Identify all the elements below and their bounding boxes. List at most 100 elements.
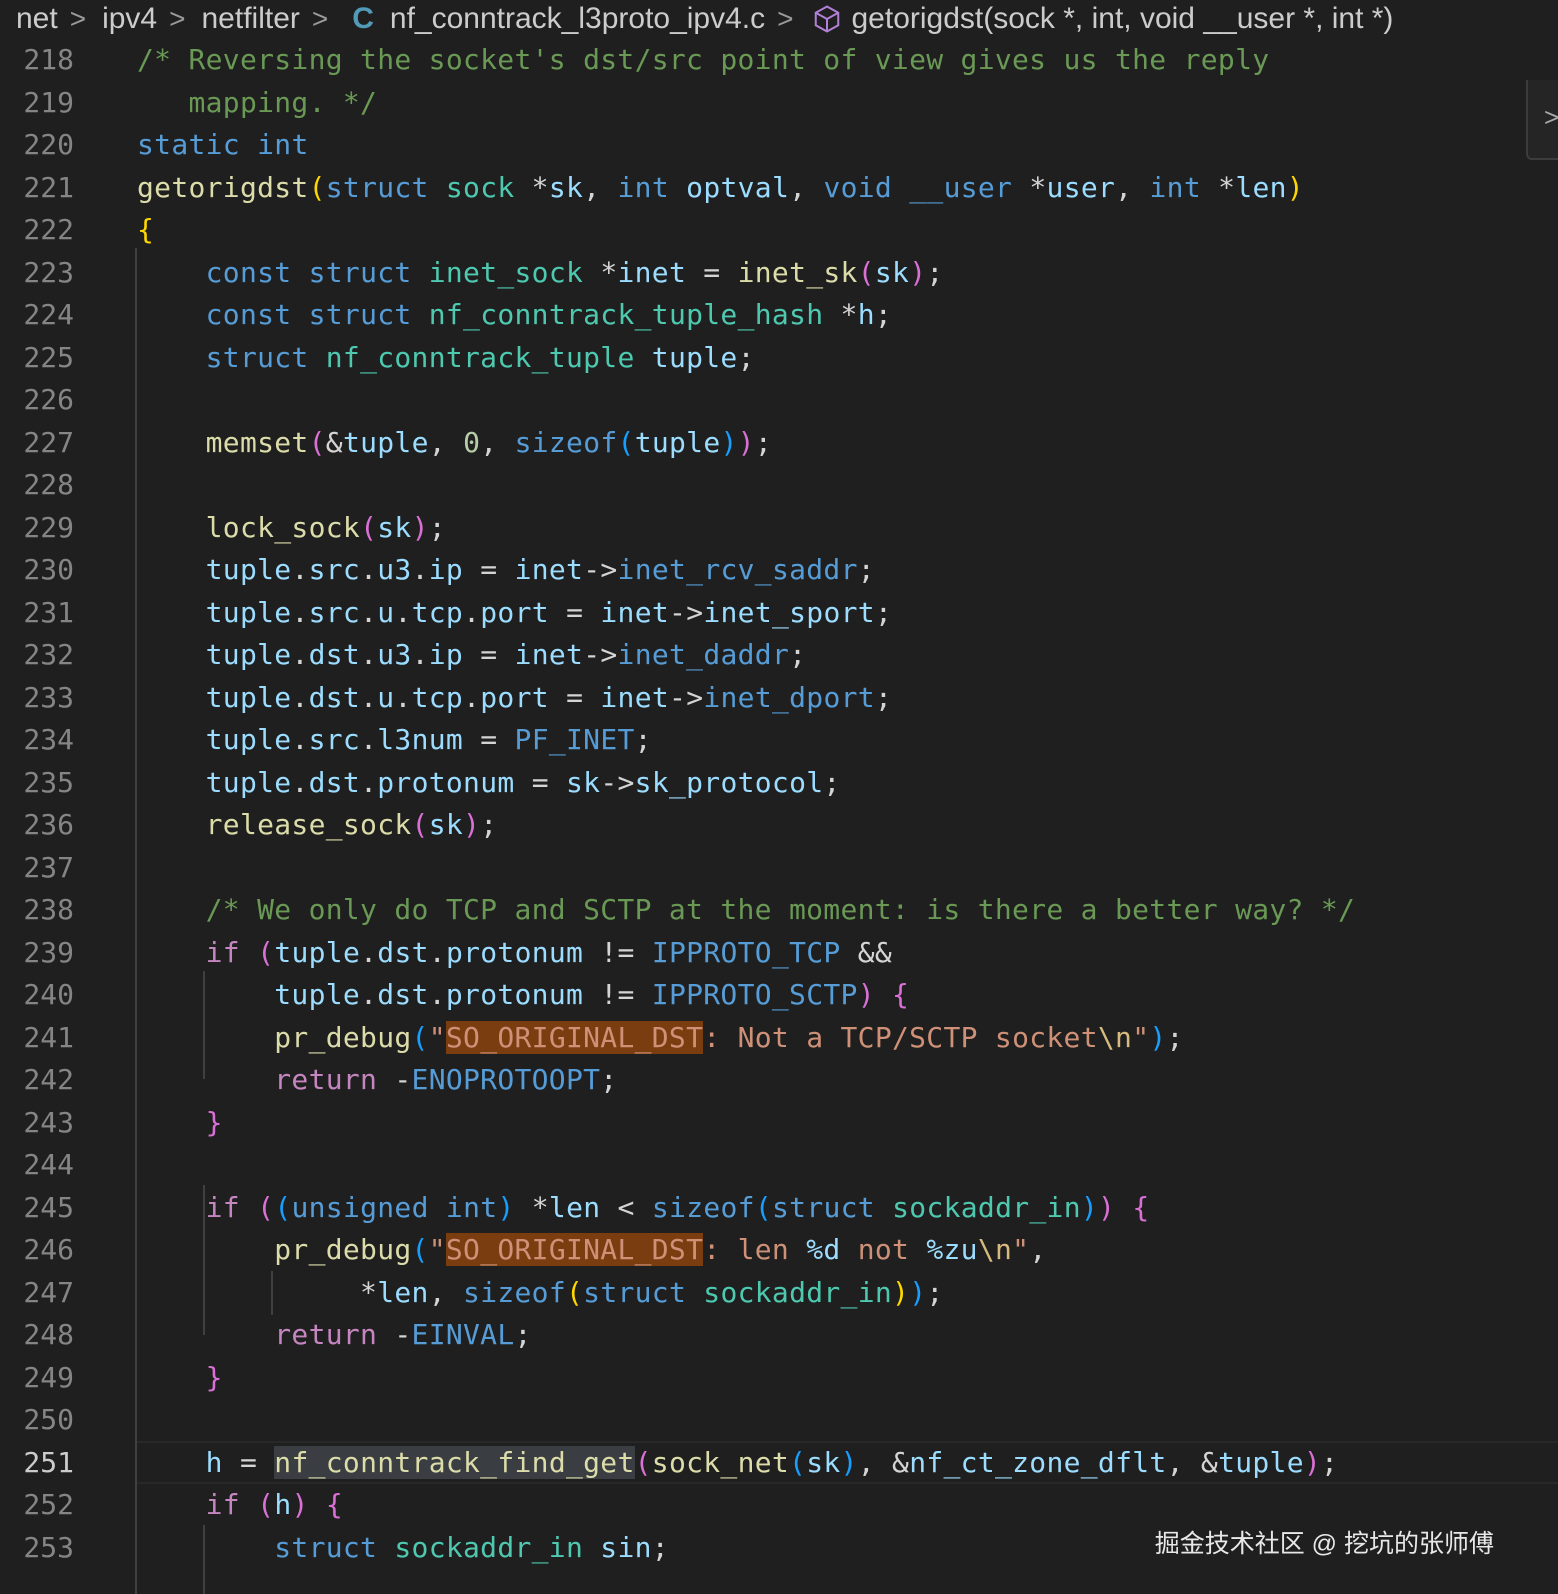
breadcrumb-item-ipv4[interactable]: ipv4 <box>86 2 157 36</box>
breadcrumb-item-net[interactable]: net <box>0 2 58 36</box>
code-text: *len, sizeof(struct sockaddr_in)); <box>137 1276 944 1309</box>
code-line[interactable]: 251 h = nf_conntrack_find_get(sock_net(s… <box>0 1440 1558 1484</box>
code-token: inet_rcv_saddr <box>617 553 858 586</box>
code-line[interactable]: 229 lock_sock(sk); <box>0 506 1558 549</box>
code-line[interactable]: 233 tuple.dst.u.tcp.port = inet->inet_dp… <box>0 676 1558 719</box>
code-token: nf_conntrack_find_get <box>274 1445 635 1479</box>
code-line[interactable]: 250 <box>0 1398 1558 1441</box>
code-token: ; <box>754 425 772 459</box>
breadcrumb-item-symbol[interactable]: getorigdst(sock *, int, void __user *, i… <box>842 2 1394 36</box>
code-text: getorigdst(struct sock *sk, int optval, … <box>137 171 1304 204</box>
code-line[interactable]: 222 { <box>0 208 1558 251</box>
code-token: ) <box>840 1445 858 1479</box>
code-line[interactable]: 219 mapping. */ <box>0 81 1558 124</box>
code-token: const <box>205 298 292 331</box>
code-token: \n <box>1097 1020 1133 1054</box>
code-text: h = nf_conntrack_find_get(sock_net(sk), … <box>137 1445 1338 1479</box>
code-line[interactable]: 232 tuple.dst.u3.ip = inet->inet_daddr; <box>0 633 1558 676</box>
code-token: ( <box>789 1445 807 1479</box>
code-line[interactable]: 240 tuple.dst.protonum != IPPROTO_SCTP) … <box>0 973 1558 1016</box>
code-text: if (tuple.dst.protonum != IPPROTO_TCP && <box>137 936 892 969</box>
code-line[interactable]: 237 <box>0 846 1558 889</box>
code-line[interactable]: 238 /* We only do TCP and SCTP at the mo… <box>0 888 1558 931</box>
code-line[interactable]: 231 tuple.src.u.tcp.port = inet->inet_sp… <box>0 591 1558 634</box>
line-number: 220 <box>23 128 74 161</box>
code-token: dst <box>377 935 429 969</box>
code-line[interactable]: 227 memset(&tuple, 0, sizeof(tuple)); <box>0 421 1558 464</box>
breadcrumb-item-netfilter[interactable]: netfilter <box>185 2 299 36</box>
code-line[interactable]: 230 tuple.src.u3.ip = inet->inet_rcv_sad… <box>0 548 1558 591</box>
code-token: && <box>840 935 893 969</box>
code-token: lock_sock <box>205 510 361 544</box>
code-text: tuple.src.u3.ip = inet->inet_rcv_saddr; <box>137 553 875 586</box>
code-token: . <box>394 595 412 629</box>
code-line[interactable]: 244 <box>0 1143 1558 1186</box>
code-line[interactable]: 228 <box>0 463 1558 506</box>
code-token: ENOPROTOOPT <box>411 1063 601 1096</box>
line-number: 228 <box>23 468 74 501</box>
code-token: %zu <box>926 1233 978 1266</box>
line-number: 225 <box>23 340 74 374</box>
code-token: struct <box>274 1530 378 1564</box>
code-token: sizeof <box>463 1275 566 1309</box>
code-token: sk <box>377 510 412 544</box>
line-number: 218 <box>23 43 74 76</box>
code-line[interactable]: 248 return -EINVAL; <box>0 1313 1558 1356</box>
code-token: user <box>1046 170 1116 204</box>
code-line[interactable]: 225 struct nf_conntrack_tuple tuple; <box>0 336 1558 379</box>
code-token: inet_sock <box>428 255 584 289</box>
line-number: 226 <box>23 383 74 416</box>
code-text: return -ENOPROTOOPT; <box>137 1063 617 1096</box>
code-line[interactable]: 246 pr_debug("SO_ORIGINAL_DST: len %d no… <box>0 1228 1558 1271</box>
code-token: int <box>445 1190 498 1224</box>
code-token: tuple <box>205 553 292 586</box>
code-line[interactable]: 220 static int <box>0 123 1558 166</box>
code-token: protonum <box>377 765 515 799</box>
code-token: ; <box>651 1530 669 1564</box>
chevron-right-icon: > <box>311 3 329 34</box>
code-token: tcp <box>411 680 464 714</box>
code-line[interactable]: 249 } <box>0 1356 1558 1399</box>
code-token: /* Reversing the socket's dst/src point … <box>137 43 1270 76</box>
code-token: l3num <box>377 723 464 756</box>
code-token: nf_conntrack_tuple_hash <box>428 298 824 331</box>
code-line[interactable]: 245 if ((unsigned int) *len < sizeof(str… <box>0 1186 1558 1229</box>
code-line[interactable]: 236 release_sock(sk); <box>0 803 1558 846</box>
code-token: struct <box>583 1275 687 1309</box>
code-line[interactable]: 242 return -ENOPROTOOPT; <box>0 1058 1558 1101</box>
line-number: 219 <box>23 85 74 119</box>
code-line[interactable]: 234 tuple.src.l3num = PF_INET; <box>0 718 1558 761</box>
code-token: ; <box>857 553 875 586</box>
code-line[interactable]: 218 /* Reversing the socket's dst/src poi… <box>0 38 1558 81</box>
code-token: SO_ORIGINAL_DST <box>445 1233 704 1266</box>
code-line[interactable]: 223 const struct inet_sock *inet = inet_… <box>0 251 1558 294</box>
code-token: u <box>377 680 395 714</box>
code-line[interactable]: 241 pr_debug("SO_ORIGINAL_DST: Not a TCP… <box>0 1016 1558 1059</box>
breadcrumb-item-file[interactable]: nf_conntrack_l3proto_ipv4.c <box>374 2 765 36</box>
code-line[interactable]: 247 *len, sizeof(struct sockaddr_in)); <box>0 1271 1558 1314</box>
code-token: . <box>291 553 309 586</box>
code-line[interactable]: 224 const struct nf_conntrack_tuple_hash… <box>0 293 1558 336</box>
code-token: . <box>360 978 378 1011</box>
code-editor[interactable]: > 218/* Reversing the socket's dst/src p… <box>0 38 1558 1594</box>
code-line[interactable]: 221 getorigdst(struct sock *sk, int optva… <box>0 166 1558 209</box>
code-token: ( <box>257 1190 275 1224</box>
code-token: ; <box>874 298 893 331</box>
code-token: . <box>291 765 309 799</box>
code-line[interactable]: 226 <box>0 378 1558 421</box>
code-line[interactable]: 235 tuple.dst.protonum = sk->sk_protocol… <box>0 761 1558 804</box>
code-line[interactable]: 239 if (tuple.dst.protonum != IPPROTO_TC… <box>0 931 1558 974</box>
code-line[interactable]: 243 } <box>0 1101 1558 1144</box>
code-token: . <box>463 595 481 629</box>
code-token: -> <box>669 680 704 714</box>
code-token: len <box>1235 170 1287 204</box>
code-token: . <box>291 638 309 671</box>
code-line[interactable]: 252 if (h) { <box>0 1483 1558 1526</box>
